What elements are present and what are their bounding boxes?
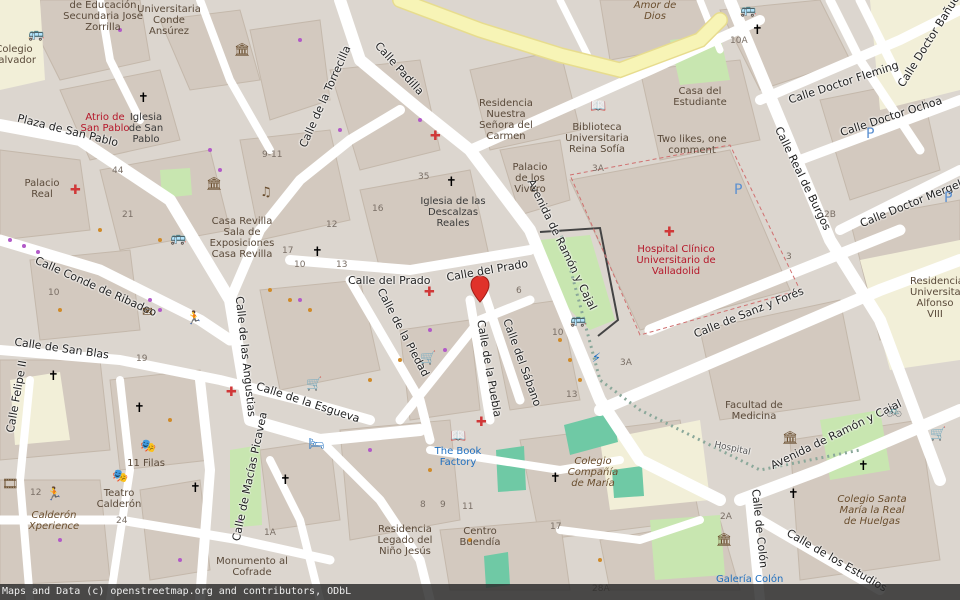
house-number: 35 xyxy=(418,172,430,182)
house-number: 3A xyxy=(592,164,604,174)
place-label: Residencia Universitaria Alfonso VIII xyxy=(910,276,960,320)
church-icon: ✝ xyxy=(312,245,323,260)
house-number: 19 xyxy=(136,354,148,364)
place-label: Two likes, one comment xyxy=(657,134,727,156)
museum-icon: 🏛 xyxy=(234,43,251,58)
ev-charging-icon: ⚡ xyxy=(592,351,602,366)
place-label: Universitaria Conde Ansúrez xyxy=(137,4,201,37)
place-label: Casa del Estudiante xyxy=(673,86,727,108)
theatre-icon: 🎭 xyxy=(112,469,129,484)
place-label: Residencia Nuestra Señora del Carmen xyxy=(479,98,533,142)
bus-stop-icon: 🚌 xyxy=(740,3,757,18)
bus-stop-icon: 🚌 xyxy=(170,231,187,246)
place-label: Colegio Salvador xyxy=(0,44,36,66)
bench-icon: 🛏 xyxy=(308,437,325,452)
house-number: 13 xyxy=(566,390,578,400)
mail-icon: ✉ xyxy=(142,305,153,320)
museum-icon: 🏛 xyxy=(716,533,733,548)
church-icon: ✝ xyxy=(134,401,145,416)
place-label: Calderón Xperience xyxy=(28,510,80,532)
church-icon: ✝ xyxy=(48,369,59,384)
music-icon: ♫ xyxy=(260,185,272,200)
pharmacy-icon: ✚ xyxy=(226,385,237,400)
place-label: Residencia Legado del Niño Jesús xyxy=(377,524,433,557)
hospital-icon: ✚ xyxy=(664,225,675,240)
house-number: 11 xyxy=(462,502,474,512)
house-number: 10 xyxy=(294,260,306,270)
place-label: Iglesia de las Descalzas Reales xyxy=(420,196,486,229)
place-label: Palacio de los Vivero xyxy=(512,162,548,195)
shopping-icon: 🛒 xyxy=(930,427,947,442)
house-number: 2B xyxy=(824,210,836,220)
church-icon: ✝ xyxy=(550,471,561,486)
place-label: The Book Factory xyxy=(434,446,482,468)
place-label: Casa Revilla Sala de Exposiciones Casa R… xyxy=(209,216,275,260)
map-attribution: Maps and Data (c) openstreetmap.org and … xyxy=(0,584,960,600)
book-icon: 📖 xyxy=(450,429,467,444)
house-number: 6 xyxy=(516,286,522,296)
house-number: 12 xyxy=(326,220,338,230)
house-number: 10A xyxy=(730,36,748,46)
pharmacy-icon: ✚ xyxy=(70,183,81,198)
place-label: Teatro Calderón xyxy=(96,488,142,510)
house-number: 3A xyxy=(620,358,632,368)
house-number: 21 xyxy=(122,210,134,220)
house-number: 17 xyxy=(550,522,562,532)
house-number: 10 xyxy=(48,288,60,298)
shopping-icon: 🛒 xyxy=(420,351,437,366)
parking-icon: P xyxy=(734,182,743,198)
pharmacy-icon: ✚ xyxy=(476,415,487,430)
parking-icon: P xyxy=(944,190,953,206)
house-number: 24 xyxy=(116,516,128,526)
bus-stop-icon: 🚌 xyxy=(28,27,45,42)
church-icon: ✝ xyxy=(858,459,869,474)
place-label: Colegio Compañía de María xyxy=(567,456,619,489)
house-number: 1A xyxy=(264,528,276,538)
place-label: Biblioteca Universitaria Reina Sofía xyxy=(565,122,629,155)
pharmacy-icon: ✚ xyxy=(424,285,435,300)
church-icon: ✝ xyxy=(752,23,763,38)
house-number: 10 xyxy=(552,328,564,338)
place-label: Hospital Clínico Universitario de Vallad… xyxy=(636,244,716,277)
place-label: Iglesia de San Pablo xyxy=(128,112,164,145)
church-icon: ✝ xyxy=(138,91,149,106)
church-icon: ✝ xyxy=(446,175,457,190)
map-view[interactable]: Calle de la Torrecilla Calle Padilla Pla… xyxy=(0,0,960,600)
bicycle-icon: 🚲 xyxy=(886,403,903,418)
place-label: 11 Filas xyxy=(127,458,165,469)
house-number: 16 xyxy=(372,204,384,214)
bus-stop-icon: 🚌 xyxy=(570,313,587,328)
house-number: 9 xyxy=(440,500,446,510)
fitness-icon: 🏃 xyxy=(46,487,63,502)
place-label: Colegio Santa María la Real de Huelgas xyxy=(837,494,907,527)
place-label: Palacio Real xyxy=(24,178,60,200)
fitness-icon: 🏃 xyxy=(186,311,203,326)
theatre-icon: 🎭 xyxy=(140,439,157,454)
museum-icon: 🏛 xyxy=(206,177,223,192)
cinema-icon: 🎞 xyxy=(2,477,19,492)
shopping-icon: 🛒 xyxy=(306,377,323,392)
house-number: 2A xyxy=(720,512,732,522)
place-label: Amor de Dios xyxy=(633,0,677,22)
church-icon: ✝ xyxy=(280,473,291,488)
street-label: Calle del Prado xyxy=(348,274,431,287)
museum-icon: 🏛 xyxy=(782,431,799,446)
church-icon: ✝ xyxy=(190,481,201,496)
house-number: 17 xyxy=(282,246,294,256)
house-number: 8 xyxy=(420,500,426,510)
book-icon: 📖 xyxy=(590,99,607,114)
pharmacy-icon: ✚ xyxy=(430,129,441,144)
house-number: 3 xyxy=(786,252,792,262)
house-number: 9-11 xyxy=(262,150,283,160)
house-number: 13 xyxy=(336,260,348,270)
place-label: Centro Buendía xyxy=(459,526,501,548)
place-label: Facultad de Medicina xyxy=(725,400,783,422)
parking-icon: P xyxy=(866,126,875,142)
house-number: 44 xyxy=(112,166,124,176)
place-label: Monumento al Cofrade xyxy=(216,556,288,578)
church-icon: ✝ xyxy=(788,487,799,502)
house-number: 12 xyxy=(30,488,42,498)
